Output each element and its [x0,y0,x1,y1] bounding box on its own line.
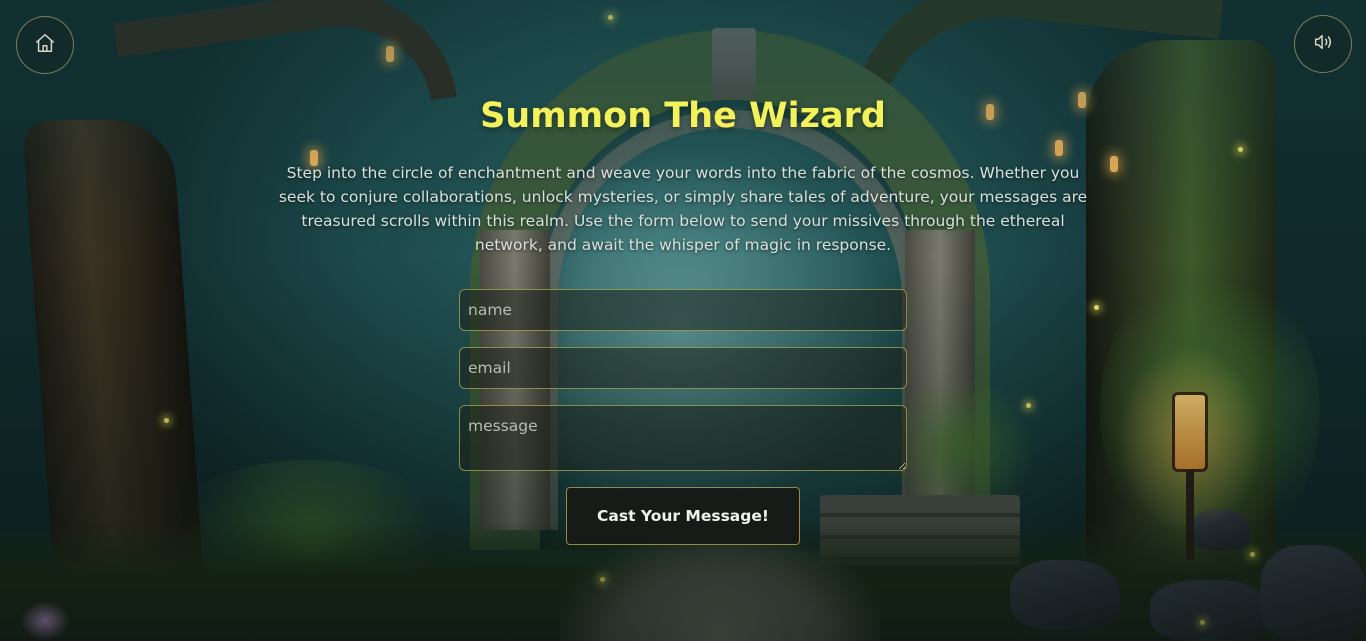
message-textarea[interactable] [459,405,907,471]
email-input[interactable] [459,347,907,389]
home-button[interactable] [16,16,74,74]
sound-toggle-button[interactable] [1294,15,1352,73]
page-title: Summon The Wizard [480,96,886,136]
name-input[interactable] [459,289,907,331]
home-icon [34,32,56,59]
volume-icon [1312,31,1334,58]
cast-message-button[interactable]: Cast Your Message! [566,487,800,545]
intro-text: Step into the circle of enchantment and … [278,164,1088,254]
